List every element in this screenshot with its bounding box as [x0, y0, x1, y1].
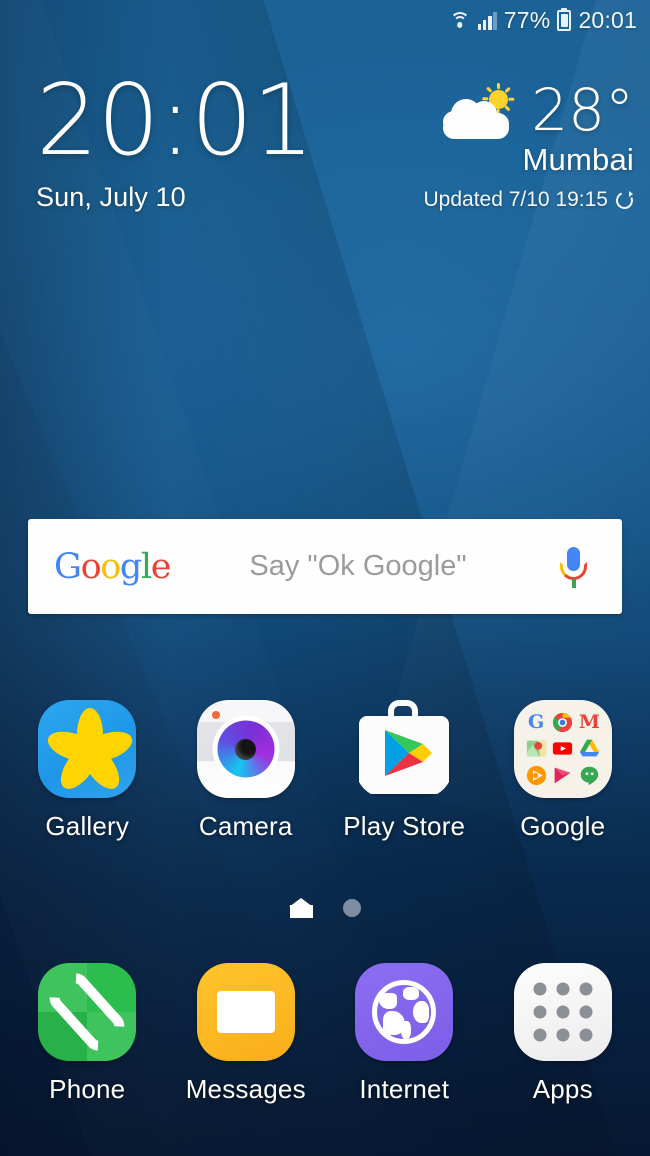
home-app-row: Gallery Camera Play Store G M Google — [0, 700, 650, 842]
app-label: Phone — [49, 1074, 126, 1104]
folder-app-glyph: G — [527, 710, 545, 733]
app-play-store[interactable]: Play Store — [330, 700, 478, 842]
folder-app-play-music — [525, 764, 548, 787]
dock: Phone Messages Internet Apps — [0, 963, 650, 1105]
weather-city: Mumbai — [522, 142, 634, 177]
folder-app-google: G — [525, 711, 548, 734]
gallery-icon — [38, 700, 137, 798]
app-phone[interactable]: Phone — [13, 963, 161, 1105]
folder-app-gmail: M — [578, 711, 601, 734]
weather-updated-label: Updated 7/10 19:15 — [423, 188, 609, 211]
app-label: Google — [520, 811, 606, 841]
folder-app-maps — [525, 738, 548, 761]
app-label: Apps — [532, 1074, 593, 1104]
home-screen: 77% 20:01 20:01 Sun, July 10 28° Mumbai … — [0, 0, 650, 1156]
app-google-folder[interactable]: G M Google — [489, 700, 637, 842]
signal-bars-icon — [477, 11, 497, 30]
app-label: Play Store — [343, 811, 466, 841]
microphone-icon[interactable] — [556, 544, 590, 590]
app-label: Camera — [198, 811, 293, 841]
google-folder-icon: G M — [513, 700, 612, 798]
google-search-bar[interactable]: Google Say "Ok Google" — [28, 519, 622, 614]
folder-app-youtube — [551, 738, 574, 761]
sun-behind-cloud-icon — [443, 82, 521, 140]
app-internet[interactable]: Internet — [330, 963, 478, 1105]
weather-temperature: 28° — [531, 76, 634, 145]
search-input[interactable]: Say "Ok Google" — [170, 550, 556, 583]
folder-app-glyph: M — [578, 710, 600, 733]
internet-globe-icon — [355, 963, 454, 1061]
clock-date: Sun, July 10 — [36, 182, 186, 212]
folder-app-chrome — [551, 711, 574, 734]
messages-icon — [196, 963, 295, 1061]
folder-app-hangouts — [578, 764, 601, 787]
page-dot[interactable] — [342, 899, 361, 917]
phone-icon — [38, 963, 137, 1061]
app-label: Gallery — [45, 811, 130, 841]
folder-app-drive — [578, 738, 601, 761]
refresh-icon[interactable] — [615, 190, 634, 210]
app-label: Messages — [185, 1074, 306, 1104]
app-camera[interactable]: Camera — [172, 700, 320, 842]
app-label: Internet — [359, 1074, 450, 1104]
status-bar-clock: 20:01 — [578, 6, 637, 33]
battery-icon — [557, 9, 572, 31]
status-bar[interactable]: 77% 20:01 — [0, 0, 650, 40]
clock-time: 20:01 — [36, 64, 314, 178]
folder-app-play-movies — [551, 764, 574, 787]
play-store-icon — [355, 700, 453, 798]
app-gallery[interactable]: Gallery — [13, 700, 161, 842]
home-icon[interactable] — [289, 898, 313, 918]
google-logo: Google — [54, 546, 171, 587]
camera-icon — [196, 700, 295, 798]
app-apps-drawer[interactable]: Apps — [489, 963, 637, 1105]
page-indicator — [0, 898, 650, 918]
apps-grid-icon — [513, 963, 612, 1061]
app-messages[interactable]: Messages — [172, 963, 320, 1105]
wifi-icon — [449, 11, 471, 30]
clock-widget[interactable]: 20:01 Sun, July 10 — [36, 64, 314, 213]
battery-percent-label: 77% — [503, 6, 551, 33]
weather-widget[interactable]: 28° Mumbai Updated 7/10 19:15 — [423, 76, 635, 212]
